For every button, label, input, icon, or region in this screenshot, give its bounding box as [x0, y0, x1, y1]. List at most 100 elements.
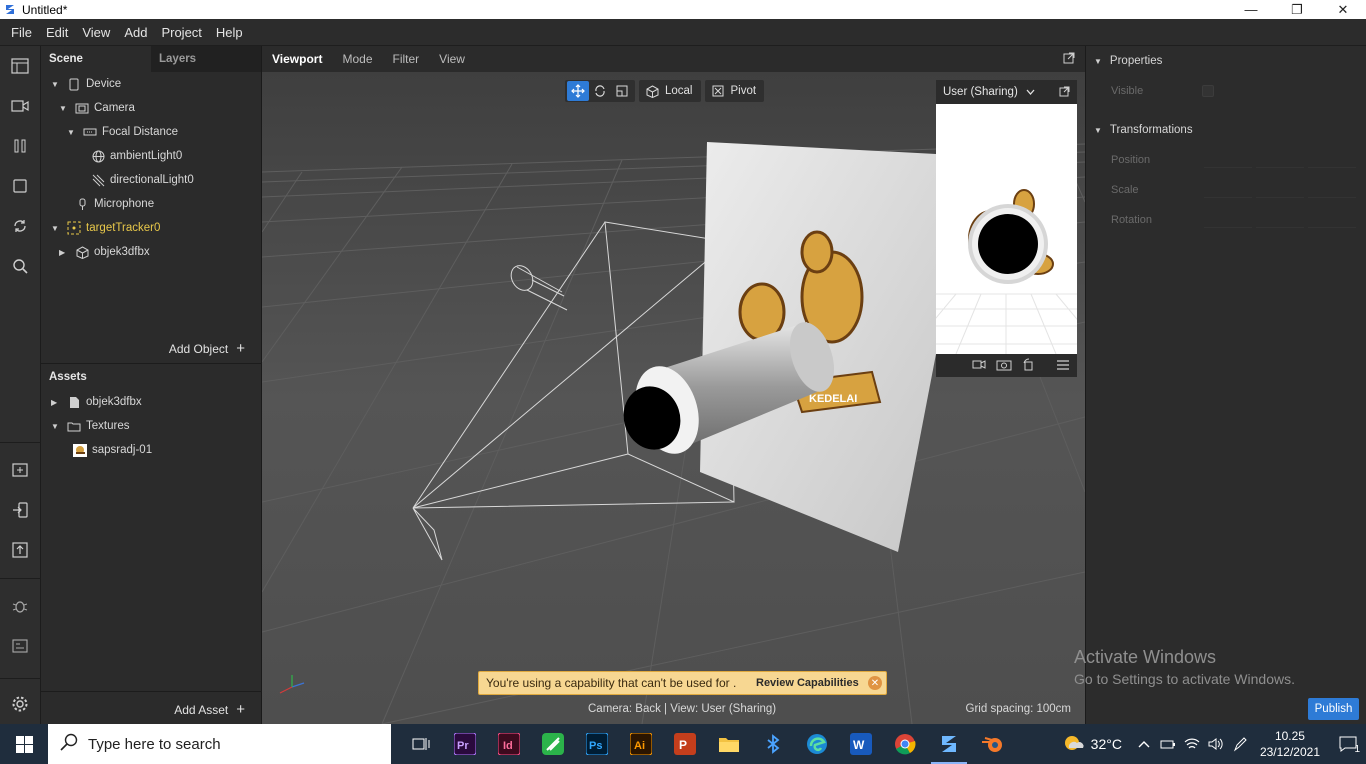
edge-icon[interactable] — [795, 724, 839, 764]
taskbar-search[interactable]: Type here to search — [48, 724, 391, 764]
photoshop-icon[interactable]: Ps — [575, 724, 619, 764]
tree-item-target-tracker[interactable]: ▼ targetTracker0 — [51, 216, 160, 240]
tree-item-directional-light[interactable]: directionalLight0 — [91, 168, 194, 192]
battery-icon[interactable] — [1156, 738, 1180, 750]
caret-down-icon[interactable]: ▼ — [1094, 57, 1102, 66]
volume-icon[interactable] — [1204, 737, 1228, 751]
upload-icon[interactable] — [10, 540, 30, 560]
send-to-device-icon[interactable] — [10, 500, 30, 520]
menu-icon[interactable] — [1057, 359, 1069, 373]
clock[interactable]: 10.25 23/12/2021 — [1260, 728, 1320, 760]
menu-help[interactable]: Help — [209, 25, 250, 40]
minimize-icon[interactable]: — — [1228, 0, 1274, 19]
stop-icon[interactable] — [10, 176, 30, 196]
caret-down-icon[interactable]: ▼ — [59, 104, 69, 113]
tree-item-focal-distance[interactable]: ▼ Focal Distance — [67, 120, 178, 144]
tab-scene[interactable]: Scene — [41, 46, 151, 72]
console-icon[interactable] — [10, 636, 30, 656]
record-video-icon[interactable] — [972, 359, 986, 373]
caret-down-icon[interactable]: ▼ — [67, 128, 77, 137]
review-capabilities-link[interactable]: Review Capabilities — [756, 677, 859, 689]
pivot-toggle[interactable]: Pivot — [704, 80, 765, 102]
video-icon[interactable] — [10, 96, 30, 116]
menu-file[interactable]: File — [4, 25, 39, 40]
caret-right-icon[interactable]: ▶ — [51, 398, 61, 407]
caret-down-icon[interactable]: ▼ — [51, 224, 61, 233]
premiere-pro-icon[interactable]: Pr — [443, 724, 487, 764]
tab-mode[interactable]: Mode — [342, 52, 372, 66]
bug-icon[interactable] — [10, 596, 30, 616]
settings-gear-icon[interactable] — [10, 694, 30, 714]
position-y-field[interactable] — [1256, 152, 1304, 168]
rotate-device-icon[interactable] — [1022, 357, 1035, 374]
capture-photo-icon[interactable] — [996, 358, 1012, 374]
position-x-field[interactable] — [1204, 152, 1252, 168]
temperature[interactable]: 32°C — [1091, 736, 1122, 752]
tab-filter[interactable]: Filter — [393, 52, 420, 66]
move-tool-icon[interactable] — [567, 81, 589, 101]
tab-viewport[interactable]: Viewport — [272, 52, 322, 66]
add-asset-button[interactable]: Add Asset + — [174, 701, 245, 718]
tab-view[interactable]: View — [439, 52, 465, 66]
refresh-icon[interactable] — [10, 216, 30, 236]
wifi-icon[interactable] — [1180, 737, 1204, 751]
illustrator-icon[interactable]: Ai — [619, 724, 663, 764]
menu-edit[interactable]: Edit — [39, 25, 75, 40]
preview-screen[interactable] — [936, 104, 1077, 354]
chevron-up-icon[interactable] — [1132, 740, 1156, 748]
rotation-x-field[interactable] — [1204, 212, 1252, 228]
tree-item-objek3dfbx[interactable]: ▶ objek3dfbx — [59, 240, 150, 264]
menu-add[interactable]: Add — [117, 25, 154, 40]
caret-down-icon[interactable]: ▼ — [1094, 126, 1102, 135]
green-app-icon[interactable] — [531, 724, 575, 764]
pop-out-icon[interactable] — [1059, 86, 1070, 100]
word-icon[interactable]: W — [839, 724, 883, 764]
scale-y-field[interactable] — [1256, 182, 1304, 198]
notification-icon[interactable]: 1 — [1330, 736, 1366, 755]
caret-down-icon[interactable]: ▼ — [51, 422, 61, 431]
tree-item-ambient-light[interactable]: ambientLight0 — [91, 144, 182, 168]
pen-icon[interactable] — [1228, 736, 1252, 752]
weather-icon[interactable] — [1063, 734, 1085, 755]
caret-down-icon[interactable]: ▼ — [51, 80, 61, 89]
bluetooth-icon[interactable] — [751, 724, 795, 764]
file-explorer-icon[interactable] — [707, 724, 751, 764]
tree-item-camera[interactable]: ▼ Camera — [59, 96, 135, 120]
rotation-y-field[interactable] — [1256, 212, 1304, 228]
properties-section[interactable]: ▼ Properties — [1094, 55, 1162, 67]
blender-icon[interactable] — [971, 724, 1015, 764]
windows-start-icon[interactable] — [0, 724, 48, 764]
rotate-tool-icon[interactable] — [589, 81, 611, 101]
scale-x-field[interactable] — [1204, 182, 1252, 198]
rotation-z-field[interactable] — [1308, 212, 1356, 228]
scale-tool-icon[interactable] — [611, 81, 633, 101]
add-object-button[interactable]: Add Object + — [169, 340, 245, 357]
layout-icon[interactable] — [10, 56, 30, 76]
pause-icon[interactable] — [10, 136, 30, 156]
search-icon[interactable] — [10, 256, 30, 276]
task-view-icon[interactable] — [399, 724, 443, 764]
scale-z-field[interactable] — [1308, 182, 1356, 198]
menu-view[interactable]: View — [75, 25, 117, 40]
close-icon[interactable]: ✕ — [1320, 0, 1366, 19]
indesign-icon[interactable]: Id — [487, 724, 531, 764]
pop-out-icon[interactable] — [1063, 52, 1075, 67]
asset-item-textures[interactable]: ▼ Textures — [51, 414, 129, 438]
asset-item-objek3dfbx[interactable]: ▶ objek3dfbx — [51, 390, 142, 414]
spark-ar-icon[interactable] — [927, 724, 971, 764]
local-toggle[interactable]: Local — [639, 80, 701, 102]
tree-item-microphone[interactable]: Microphone — [75, 192, 154, 216]
position-z-field[interactable] — [1308, 152, 1356, 168]
caret-right-icon[interactable]: ▶ — [59, 248, 69, 257]
add-file-icon[interactable] — [10, 460, 30, 480]
asset-item-texture[interactable]: sapsradj-01 — [73, 438, 152, 462]
tree-item-device[interactable]: ▼ Device — [51, 72, 121, 96]
transformations-section[interactable]: ▼ Transformations — [1094, 124, 1193, 136]
close-icon[interactable]: ✕ — [868, 676, 882, 690]
device-selector[interactable]: User (Sharing) — [936, 80, 1077, 104]
powerpoint-icon[interactable]: P — [663, 724, 707, 764]
restore-icon[interactable]: ❐ — [1274, 0, 1320, 19]
tab-layers[interactable]: Layers — [151, 46, 261, 72]
viewport-panel[interactable]: Viewport Mode Filter View KEDELAI Local … — [262, 46, 1085, 724]
visible-checkbox[interactable] — [1202, 85, 1214, 97]
